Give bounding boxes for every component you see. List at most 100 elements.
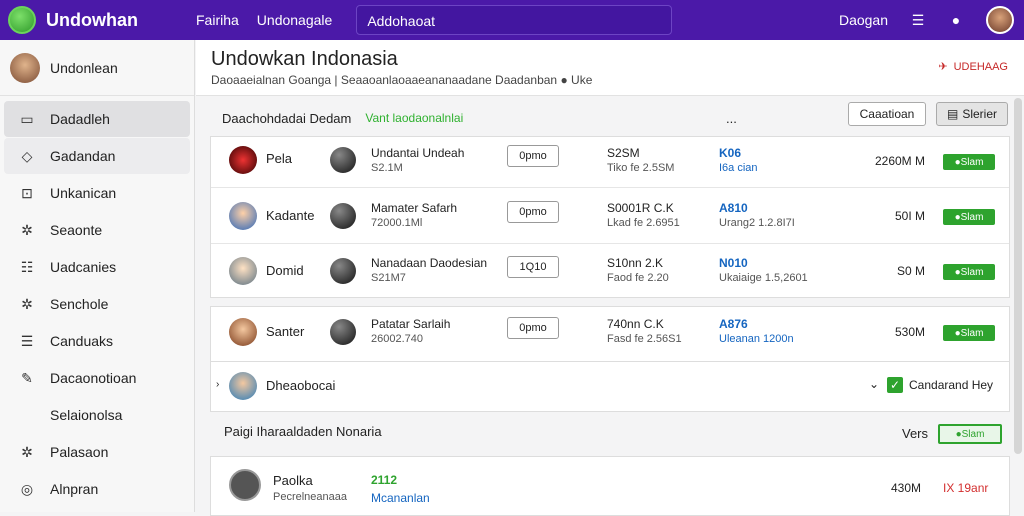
- sidebar-item-label: Seaonte: [50, 222, 103, 238]
- status-badge[interactable]: ✈ UDEHAAG: [938, 60, 1008, 74]
- nav-link-1[interactable]: Fairiha: [196, 12, 239, 28]
- sidebar-item-2[interactable]: ⊡ Unkanican: [4, 175, 190, 211]
- row-tag[interactable]: 0pmo: [507, 317, 559, 339]
- inbox-icon: ⊡: [21, 184, 33, 201]
- sidebar-item-9[interactable]: ✲ Palasaon: [4, 434, 190, 470]
- item-size: 430M: [891, 481, 922, 495]
- row-action-button[interactable]: ● Slam: [943, 209, 995, 225]
- app-logo[interactable]: [8, 6, 36, 34]
- chevron-down-icon[interactable]: ⌄: [869, 377, 879, 391]
- row-name: Kadante: [266, 208, 315, 223]
- row-code-note: Uleanan 1200n: [719, 333, 794, 345]
- row-code[interactable]: N010: [719, 256, 748, 270]
- item-value: 2112: [371, 473, 398, 487]
- checkbox-label: Candarand Hey: [909, 378, 994, 392]
- avatar: [229, 146, 257, 174]
- row-price: S0001R C.K: [607, 201, 674, 215]
- row-code[interactable]: K06: [719, 146, 741, 160]
- version-label: Vers: [902, 426, 929, 441]
- row-name: Santer: [266, 324, 305, 339]
- row-size: 50I M: [894, 209, 925, 223]
- row-tag[interactable]: 1Q10: [507, 256, 559, 278]
- sidebar-item-label: Dacaonotioan: [50, 370, 137, 386]
- page-title: Undowkan Indonasia: [211, 48, 398, 70]
- item-status: IX 19anr: [943, 481, 989, 495]
- brand-name: Undowhan: [46, 9, 138, 30]
- row-action-button[interactable]: ● Slam: [943, 154, 995, 170]
- row-title: Patatar Sarlaih: [371, 317, 451, 331]
- table-row[interactable]: Domid Nanadaan Daodesian S21M7 1Q10 S10n…: [211, 244, 1009, 299]
- row-tag[interactable]: 0pmo: [507, 201, 559, 223]
- row-price-note: Fasd fe 2.56S1: [607, 333, 682, 345]
- sidebar-item-6[interactable]: ☰ Canduaks: [4, 323, 190, 359]
- sidebar-item-label: Selaionolsa: [50, 407, 123, 423]
- table-row[interactable]: Pela Undantai Undeah S2.1M 0pmo S2SM Tik…: [211, 137, 1009, 188]
- avatar: [229, 372, 257, 400]
- row-code[interactable]: A810: [719, 201, 748, 215]
- item-subtitle: Pecrelneanaaa: [273, 491, 348, 503]
- sidebar-item-label: Palasaon: [50, 444, 109, 460]
- page-subtitle: Daoaaeialnan Goanga | Seaaoanlaoaaeanana…: [211, 73, 593, 87]
- checkbox[interactable]: ✓: [887, 377, 903, 393]
- sidebar-item-5[interactable]: ✲ Senchole: [4, 286, 190, 322]
- user-avatar[interactable]: [986, 6, 1014, 34]
- toolbar-label: Daachohdadai Dedam: [222, 110, 352, 126]
- ball-icon: [330, 258, 356, 284]
- row-name: Pela: [266, 151, 293, 166]
- sidebar-item-8[interactable]: Selaionolsa: [4, 397, 190, 433]
- notification-icon[interactable]: ●: [948, 12, 964, 28]
- more-icon[interactable]: ...: [726, 111, 737, 126]
- scrollbar[interactable]: [1014, 98, 1022, 454]
- row-title: Undantai Undeah: [371, 146, 465, 160]
- sidebar-item-0[interactable]: ▭ Dadadleh: [4, 101, 190, 137]
- row-code[interactable]: A876: [719, 317, 748, 331]
- chevron-right-icon[interactable]: ›: [216, 379, 219, 390]
- ball-icon: [330, 147, 356, 173]
- row-name: Domid: [266, 263, 304, 278]
- group-card[interactable]: › Dheaobocai ⌄ ✓ Candarand Hey: [210, 362, 1010, 412]
- row-price: S10nn 2.K: [607, 256, 664, 270]
- top-action-link[interactable]: Daogan: [839, 12, 888, 28]
- main-panel: Undowkan Indonasia Daoaaeialnan Goanga |…: [196, 40, 1024, 512]
- lock-icon: ▤: [946, 107, 959, 121]
- results-card: Santer Patatar Sarlaih 26002.740 0pmo 74…: [210, 306, 1010, 362]
- group-name: Dheaobocai: [266, 378, 336, 393]
- gear-icon: ✲: [21, 221, 33, 238]
- results-card: Pela Undantai Undeah S2.1M 0pmo S2SM Tik…: [210, 136, 1010, 298]
- row-subtitle: S21M7: [371, 272, 406, 284]
- toolbar-button-1[interactable]: Caaatioan: [848, 102, 926, 126]
- sidebar-item-3[interactable]: ✲ Seaonte: [4, 212, 190, 248]
- section-label: Paigi Iharaaldaden Nonaria: [224, 424, 382, 439]
- sidebar-item-4[interactable]: ☷ Uadcanies: [4, 249, 190, 285]
- row-action-button[interactable]: ● Slam: [943, 325, 995, 341]
- nav-link-2[interactable]: Undonagale: [257, 12, 333, 28]
- table-row[interactable]: Kadante Mamater Safarh 72000.1Ml 0pmo S0…: [211, 188, 1009, 244]
- row-subtitle: S2.1M: [371, 162, 403, 174]
- row-size: 530M: [894, 325, 925, 339]
- table-row[interactable]: Santer Patatar Sarlaih 26002.740 0pmo 74…: [211, 307, 1009, 363]
- section-action-button[interactable]: ● Slam: [938, 424, 1002, 444]
- row-price: 740nn C.K: [607, 317, 664, 331]
- item-card[interactable]: Paolka Pecrelneanaaa 2112 Mcananlan 430M…: [210, 456, 1010, 516]
- sidebar-item-10[interactable]: ◎ Alnpran: [4, 471, 190, 507]
- toolbar-button-2[interactable]: ▤ Slerier: [936, 102, 1008, 126]
- toolbar: Daachohdadai Dedam Vant laodaonalnlai ..…: [210, 100, 1010, 136]
- sidebar: Undonlean ▭ Dadadleh ◇ Gadandan ⊡ Unkanican…: [0, 40, 195, 512]
- page-header: Undowkan Indonasia Daoaaeialnan Goanga |…: [196, 40, 1024, 96]
- profile-name: Undonlean: [50, 59, 118, 76]
- row-price-note: Lkad fe 2.6951: [607, 217, 680, 229]
- search-input[interactable]: Addohaoat: [356, 5, 673, 35]
- toolbar-link[interactable]: Vant laodaonalnlai: [365, 111, 463, 125]
- row-tag[interactable]: 0pmo: [507, 145, 559, 167]
- info-icon: ●: [560, 73, 568, 87]
- avatar: [10, 52, 40, 83]
- sidebar-profile[interactable]: Undonlean: [0, 40, 194, 96]
- row-size: 2260M M: [874, 154, 925, 168]
- avatar: [229, 257, 257, 285]
- sidebar-item-7[interactable]: ✎ Dacaonotioan: [4, 360, 190, 396]
- item-link[interactable]: Mcananlan: [371, 491, 430, 505]
- sidebar-item-1[interactable]: ◇ Gadandan: [4, 138, 190, 174]
- row-action-button[interactable]: ● Slam: [943, 264, 995, 280]
- menu-icon[interactable]: ☰: [910, 12, 926, 28]
- ball-icon: [330, 203, 356, 229]
